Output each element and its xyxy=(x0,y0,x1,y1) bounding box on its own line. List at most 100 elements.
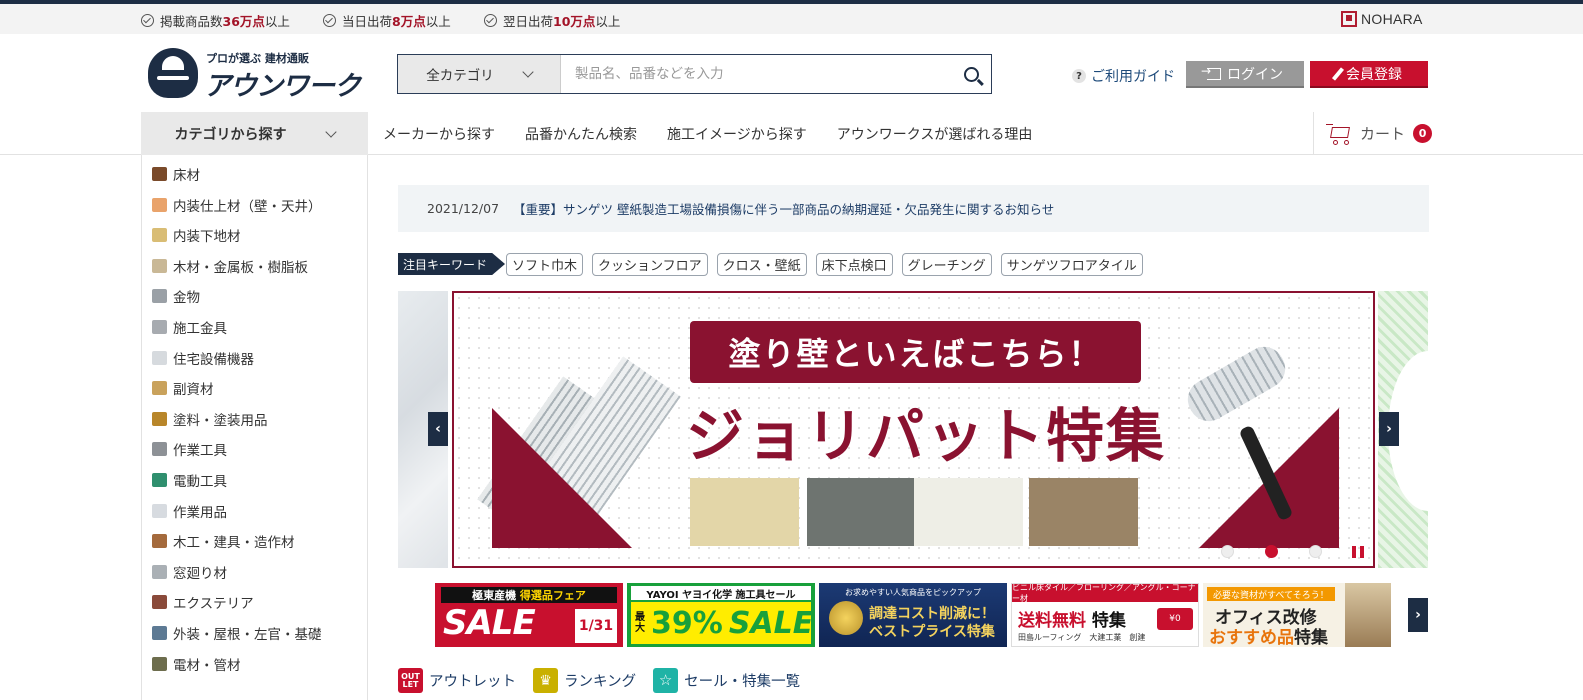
category-icon xyxy=(152,503,167,518)
keywords-label: 注目キーワード xyxy=(398,253,506,275)
sidebar-category-item[interactable]: 作業工具 xyxy=(152,438,227,460)
category-icon xyxy=(152,564,167,579)
site-logo[interactable]: プロが選ぶ 建材通販 アウンワークス xyxy=(148,46,368,141)
nav-link-maker[interactable]: メーカーから探す xyxy=(383,124,495,144)
texture-swatch xyxy=(690,478,799,546)
feature-links: OUT LET アウトレット ♛ ランキング ☆ セール・特集一覧 xyxy=(398,668,800,693)
news-notice[interactable]: 2021/12/07 【重要】サンゲツ 壁紙製造工場設備損傷に伴う一部商品の納期… xyxy=(398,185,1429,232)
sidebar-category-item[interactable]: 塗料・塗装用品 xyxy=(152,408,268,430)
category-icon xyxy=(152,320,167,334)
cart-button[interactable]: カート 0 xyxy=(1313,112,1433,155)
category-icon xyxy=(152,350,167,365)
nohara-mark-icon xyxy=(1341,11,1357,27)
banner-office-renovation[interactable]: 必要な資材がすべてそろう！ オフィス改修 おすすめ品特集 xyxy=(1203,583,1391,647)
search-input[interactable] xyxy=(561,55,951,93)
carousel-dot-active[interactable] xyxy=(1265,545,1278,558)
nav-link-why-aunworks[interactable]: アウンワークスが選ばれる理由 xyxy=(837,124,1033,144)
sidebar-category-item[interactable]: 金物 xyxy=(152,285,200,307)
sidebar-category-item[interactable]: エクステリア xyxy=(152,591,254,613)
sidebar-category-item[interactable]: 床材 xyxy=(152,163,200,185)
category-menu-button[interactable]: カテゴリから探す xyxy=(141,112,368,155)
stat-next-day-shipping: 翌日出荷10万点以上 xyxy=(484,11,620,30)
pause-icon[interactable] xyxy=(1352,546,1364,558)
sidebar-category-item[interactable]: 内装仕上材（壁・天井） xyxy=(152,194,322,216)
banner-next-button[interactable]: › xyxy=(1408,598,1428,632)
chevron-down-icon xyxy=(522,66,534,78)
texture-swatch xyxy=(914,478,1023,546)
search-category-select[interactable]: 全カテゴリ xyxy=(398,55,561,93)
cart-count-badge: 0 xyxy=(1413,124,1433,143)
banner-kyokuto-sale[interactable]: 極東産機 得選品フェア SALE 1/31 xyxy=(435,583,623,647)
login-button[interactable]: ログイン xyxy=(1186,61,1304,86)
carousel-next-button[interactable]: › xyxy=(1379,412,1399,446)
chevron-left-icon: ‹ xyxy=(435,421,441,437)
outlet-link[interactable]: OUT LET アウトレット xyxy=(398,668,516,693)
star-icon: ☆ xyxy=(653,668,679,693)
carousel-prev-button[interactable]: ‹ xyxy=(428,412,448,446)
login-icon xyxy=(1201,64,1221,80)
keyword-tag[interactable]: ソフト巾木 xyxy=(506,253,584,276)
stat-same-day-shipping: 当日出荷8万点以上 xyxy=(323,11,451,30)
banner-free-shipping[interactable]: ビニル床タイル／フローリング／アングル・コーナー材 送料無料 特集 ¥0 田島ル… xyxy=(1011,583,1199,647)
notice-date: 2021/12/07 xyxy=(427,201,500,216)
check-icon xyxy=(323,14,336,27)
question-icon: ? xyxy=(1072,69,1086,83)
carousel-main-slide[interactable]: 塗り壁といえばこちら！ ジョリパット特集 xyxy=(452,291,1375,568)
cart-icon xyxy=(1326,123,1352,145)
keyword-list: ソフト巾木 クッションフロア クロス・壁紙 床下点検口 グレーチング サンゲツフ… xyxy=(506,253,1143,276)
office-photo xyxy=(1345,583,1391,647)
sidebar-category-item[interactable]: 電材・管材 xyxy=(152,653,241,675)
category-sidebar: 床材内装仕上材（壁・天井） 内装下地材木材・金属板・樹脂板 金物施工金具住宅設備機器… xyxy=(141,155,368,700)
nav-link-part-number[interactable]: 品番かんたん検索 xyxy=(525,124,637,144)
sale-feature-link[interactable]: ☆ セール・特集一覧 xyxy=(653,668,800,693)
sidebar-category-item[interactable]: 電動工具 xyxy=(152,469,227,491)
keyword-tag[interactable]: サンゲツフロアタイル xyxy=(1000,253,1143,276)
sidebar-category-item[interactable]: 外装・屋根・左官・基礎 xyxy=(152,622,322,644)
nohara-logo[interactable]: NOHARA xyxy=(1341,11,1423,27)
keyword-tag[interactable]: グレーチング xyxy=(901,253,992,276)
chevron-right-icon: › xyxy=(1386,421,1392,437)
sidebar-category-item[interactable]: 木材・金属板・樹脂板 xyxy=(152,255,308,277)
search-button[interactable] xyxy=(951,55,991,93)
sidebar-category-item[interactable]: 木工・建具・造作材 xyxy=(152,530,295,552)
pen-icon xyxy=(1331,66,1345,81)
helmet-icon xyxy=(148,48,198,98)
category-icon xyxy=(152,197,167,212)
chevron-right-icon: › xyxy=(1415,607,1421,623)
nav-link-construction-image[interactable]: 施工イメージから探す xyxy=(667,124,807,144)
slide-title: 塗り壁といえばこちら！ xyxy=(690,321,1141,383)
category-icon xyxy=(152,626,167,640)
category-icon xyxy=(152,167,167,181)
keyword-tag[interactable]: 床下点検口 xyxy=(815,253,893,276)
carousel-dot[interactable] xyxy=(1221,545,1234,558)
category-icon xyxy=(152,442,167,457)
banner-best-price[interactable]: お求めやすい人気商品をピックアップ 調達コスト削減に！ ベストプライス特集 xyxy=(819,583,1007,647)
sidebar-category-item[interactable]: 窓廻り材 xyxy=(152,561,227,583)
notice-text[interactable]: 【重要】サンゲツ 壁紙製造工場設備損傷に伴う一部商品の納期遅延・欠品発生に関する… xyxy=(513,199,1054,218)
keyword-tag[interactable]: クロス・壁紙 xyxy=(716,253,807,276)
search-bar: 全カテゴリ xyxy=(397,54,992,94)
search-icon xyxy=(963,66,979,82)
sidebar-category-item[interactable]: 作業用品 xyxy=(152,500,227,522)
outlet-icon: OUT LET xyxy=(398,668,423,693)
sidebar-category-item[interactable]: 副資材 xyxy=(152,377,214,399)
category-icon xyxy=(152,595,167,610)
sidebar-category-item[interactable]: 施工金具 xyxy=(152,316,227,338)
carousel-dot[interactable] xyxy=(1309,545,1322,558)
category-icon xyxy=(152,656,167,671)
banner-yayoi-sale[interactable]: YAYOI ヤヨイ化学 施工具セール 最大 39% SALE xyxy=(627,583,815,647)
crown-icon: ♛ xyxy=(533,668,558,693)
decor-triangle xyxy=(492,408,632,548)
texture-swatch xyxy=(807,478,916,546)
medal-icon xyxy=(829,601,863,635)
category-icon xyxy=(152,473,167,487)
sidebar-category-item[interactable]: 内装下地材 xyxy=(152,224,241,246)
usage-guide-link[interactable]: ? ご利用ガイド xyxy=(1072,66,1175,86)
category-icon xyxy=(152,289,167,304)
category-icon xyxy=(152,228,167,243)
ranking-link[interactable]: ♛ ランキング xyxy=(533,668,636,693)
keyword-tag[interactable]: クッションフロア xyxy=(592,253,708,276)
sidebar-category-item[interactable]: 住宅設備機器 xyxy=(152,347,254,369)
top-info-bar: 掲載商品数36万点以上 当日出荷8万点以上 翌日出荷10万点以上 NOHARA xyxy=(0,4,1583,34)
register-button[interactable]: 会員登録 xyxy=(1310,61,1428,86)
